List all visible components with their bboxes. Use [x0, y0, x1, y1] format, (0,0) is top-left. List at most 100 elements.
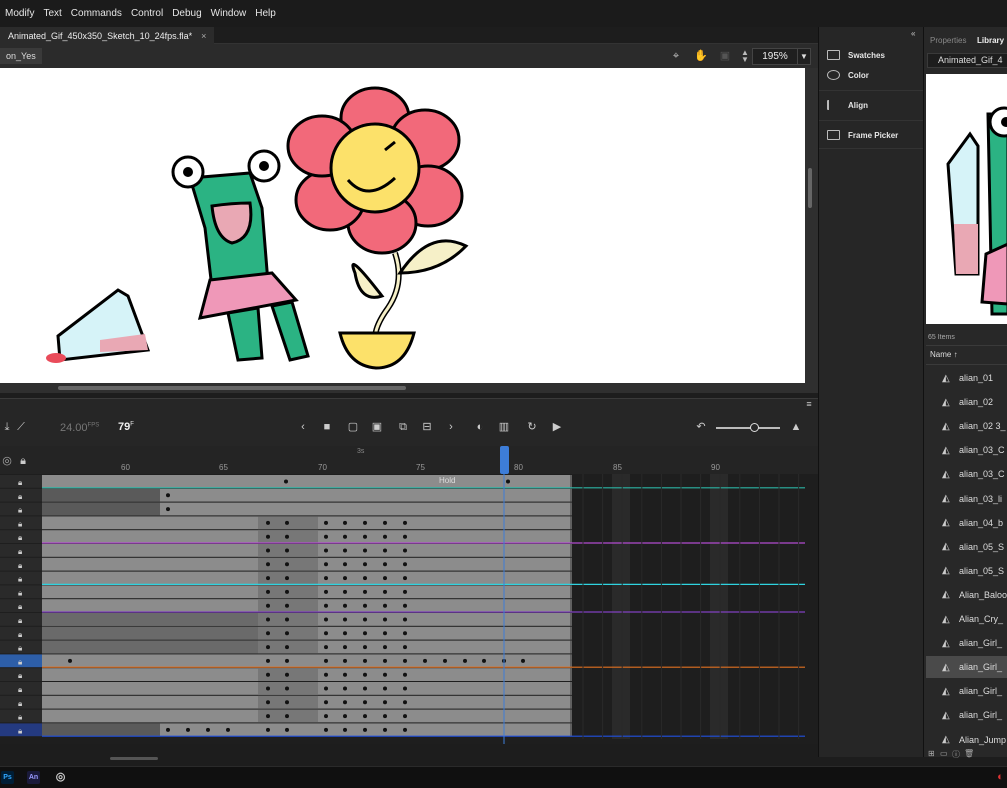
library-item[interactable]: ◭ alian_Girl_ [926, 680, 1007, 702]
library-document-select[interactable]: Animated_Gif_4 [927, 53, 1007, 68]
timeline-frame-grid[interactable]: 🔒︎ 🔒︎ 🔒︎ 🔒︎ 🔒︎ 🔒︎ 🔒︎ 🔒︎ 🔒︎ 🔒︎ 🔒︎ 🔒︎ 🔒︎ 🔒︎ 🔒︎ 🔒︎ 🔒︎ 🔒︎ 🔒︎ H… [0, 474, 818, 754]
timeline-ruler[interactable]: ◎ 🔒︎ 3s 60 65 70 75 80 85 90 [0, 446, 818, 474]
frame-grid-svg[interactable]: 🔒︎ 🔒︎ 🔒︎ 🔒︎ 🔒︎ 🔒︎ 🔒︎ 🔒︎ 🔒︎ 🔒︎ 🔒︎ 🔒︎ 🔒︎ 🔒︎ 🔒︎ 🔒︎ 🔒︎ 🔒︎ 🔒︎ [0, 474, 818, 754]
lock-icon: 🔒︎ [18, 561, 22, 570]
keyframe-dot [324, 686, 328, 691]
clear-keyframe-icon[interactable]: ⧉ [396, 420, 410, 434]
keyframe-dot [363, 672, 367, 677]
lock-icon: 🔒︎ [18, 492, 22, 501]
keyframe-dot [383, 714, 387, 719]
library-item[interactable]: ◭ alian_02 3_ [926, 415, 1007, 437]
tray-icon[interactable]: ◐ [994, 771, 1007, 784]
color-panel-button[interactable]: Color [827, 70, 869, 80]
menu-icon[interactable]: ≡ [802, 397, 816, 411]
document-tab[interactable]: Animated_Gif_450x350_Sketch_10_24fps.fla… [0, 27, 215, 44]
align-panel-button[interactable]: Align [827, 100, 868, 110]
scene-selector[interactable]: on_Yes [0, 48, 42, 64]
library-item[interactable]: ◭ alian_Girl_ [926, 656, 1007, 679]
zoom-input[interactable]: 195% [752, 48, 798, 65]
vertical-scrollbar[interactable] [808, 168, 812, 208]
document-tabs: Animated_Gif_450x350_Sketch_10_24fps.fla… [0, 27, 818, 44]
menu-window[interactable]: Window [211, 8, 247, 19]
new-symbol-icon[interactable]: ⊞ [928, 749, 935, 758]
play-icon[interactable]: ▶ [550, 420, 564, 434]
lock-icon: 🔒︎ [18, 630, 22, 639]
stage-canvas[interactable] [0, 68, 805, 383]
previous-keyframe-icon[interactable]: ‹ [296, 420, 310, 434]
library-item[interactable]: ◭ alian_02 [926, 391, 1007, 413]
seconds-marker: 3s [357, 448, 365, 455]
ruler-number: 90 [711, 463, 720, 472]
lock-icon[interactable]: 🔒︎ [16, 454, 30, 468]
clip-icon[interactable]: ▣ [718, 49, 732, 63]
keyframe-dot [324, 658, 328, 663]
tab-library[interactable]: Library [977, 36, 1004, 45]
insert-keyframe-icon[interactable]: ■ [320, 420, 334, 434]
library-item-label: alian_04_b [959, 517, 1004, 528]
library-item[interactable]: ◭ alian_05_S [926, 536, 1007, 558]
center-stage-icon[interactable]: ⌖ [669, 49, 683, 63]
timeline-zoom-knob[interactable] [750, 423, 759, 432]
remove-frame-icon[interactable]: ⊟ [420, 420, 434, 434]
playhead-handle[interactable] [500, 446, 509, 474]
keyframe-dot [363, 714, 367, 719]
rotate-stepper-icon[interactable]: ▲ ▼ [738, 49, 752, 64]
edit-multiple-frames-icon[interactable]: ▥ [497, 420, 511, 434]
keyframe-dot [403, 617, 407, 622]
keyframe-dot [482, 658, 486, 663]
properties-icon[interactable]: ⓘ [952, 749, 960, 760]
next-keyframe-icon[interactable]: › [444, 420, 458, 434]
library-item[interactable]: ◭ alian_Girl_ [926, 704, 1007, 726]
keyframe-dot [403, 589, 407, 594]
keyframe-dot [285, 548, 289, 553]
graph-icon[interactable]: ⟋ [14, 420, 28, 434]
timeline-zoom-slider[interactable] [716, 427, 780, 429]
timeline-scrollbar[interactable] [110, 757, 158, 760]
current-frame-display[interactable]: 79F [118, 421, 134, 433]
fps-display[interactable]: 24.00FPS [60, 422, 99, 434]
library-item[interactable]: ◭ alian_05_S [926, 560, 1007, 582]
library-item[interactable]: ◭ Alian_Cry_ [926, 608, 1007, 630]
menu-debug[interactable]: Debug [172, 8, 201, 19]
menu-control[interactable]: Control [131, 8, 163, 19]
library-item[interactable]: ◭ alian_01 [926, 367, 1007, 389]
mountain-icon[interactable]: ▲ [789, 420, 803, 434]
layer-options-icon[interactable]: ⤓ [0, 420, 14, 434]
animate-icon[interactable]: An [27, 771, 40, 784]
movieclip-icon: ◭ [942, 661, 950, 673]
delete-icon[interactable]: 🗑︎ [964, 749, 974, 758]
insert-blank-keyframe-icon[interactable]: ▢ [346, 420, 360, 434]
menu-help[interactable]: Help [255, 8, 276, 19]
library-item[interactable]: ◭ alian_03_C [926, 463, 1007, 485]
insert-frame-icon[interactable]: ▣ [370, 420, 384, 434]
hand-icon[interactable]: ✋ [694, 49, 708, 63]
keyframe-dot [383, 645, 387, 650]
onion-skin-icon[interactable]: ◐ [473, 420, 487, 434]
keyframe-dot [403, 714, 407, 719]
undo-icon[interactable]: ↶ [694, 420, 708, 434]
library-item[interactable]: ◭ alian_04_b [926, 512, 1007, 534]
frame-span-dark [42, 640, 258, 654]
frame-picker-panel-button[interactable]: Frame Picker [827, 130, 898, 140]
name-column-header[interactable]: Name ↑ [926, 345, 1007, 365]
library-item[interactable]: ◭ Alian_Baloo [926, 584, 1007, 606]
movieclip-icon: ◭ [942, 541, 950, 553]
library-item[interactable]: ◭ alian_03_li [926, 488, 1007, 510]
close-icon[interactable]: × [201, 31, 206, 41]
collapse-icon[interactable]: « [911, 29, 915, 38]
library-item[interactable]: ◭ Alian_Jump [926, 729, 1007, 751]
library-item[interactable]: ◭ alian_Girl_ [926, 632, 1007, 654]
swatches-panel-button[interactable]: Swatches [827, 50, 885, 60]
chevron-down-icon[interactable]: ▼ [797, 48, 811, 65]
menu-text[interactable]: Text [43, 8, 61, 19]
horizontal-scrollbar[interactable] [58, 386, 406, 390]
browser-icon[interactable]: ◎ [54, 771, 67, 784]
eye-icon[interactable]: ◎ [0, 454, 14, 468]
menu-modify[interactable]: Modify [5, 8, 34, 19]
menu-commands[interactable]: Commands [71, 8, 122, 19]
new-folder-icon[interactable]: ▭ [940, 749, 948, 758]
library-item[interactable]: ◭ alian_03_C [926, 439, 1007, 461]
photoshop-icon[interactable]: Ps [1, 771, 14, 784]
tab-properties[interactable]: Properties [930, 36, 966, 45]
loop-icon[interactable]: ↻ [525, 420, 539, 434]
